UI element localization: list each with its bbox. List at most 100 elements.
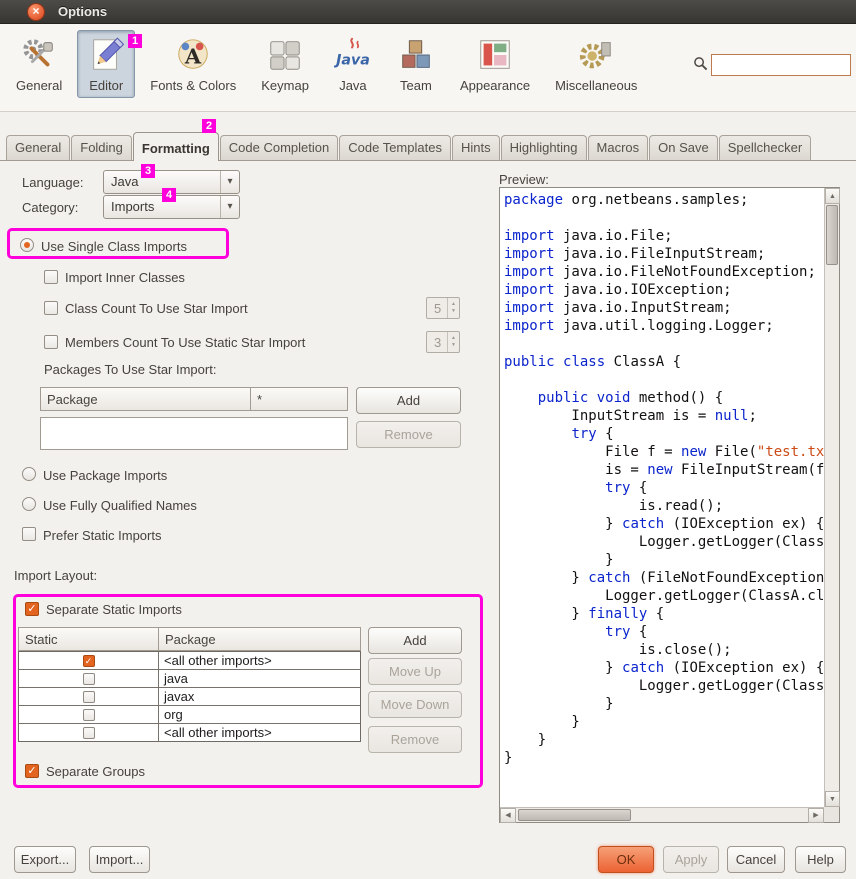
layout-remove-button[interactable]: Remove (368, 726, 462, 753)
use-fully-qualified-label: Use Fully Qualified Names (43, 498, 197, 513)
static-checkbox[interactable] (83, 691, 95, 703)
tab-spellchecker[interactable]: Spellchecker (719, 135, 811, 160)
toolbar-item-miscellaneous[interactable]: Miscellaneous (545, 30, 647, 98)
code-line: is.read(); (504, 497, 824, 515)
language-value: Java (111, 174, 138, 189)
static-checkbox[interactable] (83, 709, 95, 721)
import-layout-row[interactable]: org (19, 706, 360, 724)
toolbar-item-keymap[interactable]: Keymap (251, 30, 319, 98)
package-cell: org (159, 706, 360, 723)
horizontal-scrollbar[interactable]: ◀ ▶ (500, 807, 824, 822)
scroll-up-icon[interactable]: ▲ (825, 188, 840, 204)
static-checkbox[interactable] (83, 727, 95, 739)
svg-text:A: A (184, 44, 202, 69)
toolbar-item-label: Miscellaneous (555, 78, 637, 93)
package-column-header[interactable]: Package (40, 387, 251, 411)
search-icon (693, 56, 708, 74)
import-layout-row[interactable]: <all other imports> (19, 652, 360, 670)
package-cell: java (159, 670, 360, 687)
separate-static-imports-checkbox[interactable] (25, 602, 39, 616)
packages-star-table-body[interactable] (40, 417, 348, 450)
scrollbar-corner (824, 807, 839, 822)
chevron-down-icon[interactable]: ▾ (220, 196, 239, 218)
use-package-imports-radio[interactable] (22, 467, 36, 481)
help-button[interactable]: Help (795, 846, 846, 873)
vertical-scroll-thumb[interactable] (826, 205, 838, 265)
tab-hints[interactable]: Hints (452, 135, 500, 160)
appearance-icon (476, 36, 514, 74)
package-column-header-2[interactable]: Package (158, 627, 361, 651)
class-count-star-checkbox[interactable] (44, 301, 58, 315)
tab-macros[interactable]: Macros (588, 135, 649, 160)
scroll-left-icon[interactable]: ◀ (500, 808, 516, 823)
code-line: } (504, 713, 824, 731)
chevron-down-icon[interactable]: ▾ (220, 171, 239, 193)
use-fully-qualified-radio[interactable] (22, 497, 36, 511)
import-inner-classes-label: Import Inner Classes (65, 270, 185, 285)
package-cell: <all other imports> (159, 724, 360, 741)
separate-groups-checkbox[interactable] (25, 764, 39, 778)
tab-highlighting[interactable]: Highlighting (501, 135, 587, 160)
layout-add-button[interactable]: Add (368, 627, 462, 654)
cancel-button[interactable]: Cancel (727, 846, 785, 873)
prefer-static-imports-checkbox[interactable] (22, 527, 36, 541)
code-line: Logger.getLogger(ClassA.class.getName())… (504, 587, 824, 605)
code-line: import java.io.FileNotFoundException; (504, 263, 824, 281)
export-button[interactable]: Export... (14, 846, 76, 873)
search-input[interactable] (711, 54, 851, 76)
import-button[interactable]: Import... (89, 846, 150, 873)
apply-button[interactable]: Apply (663, 846, 719, 873)
spinner-arrows-icon[interactable]: ▲▼ (447, 332, 459, 352)
package-remove-button[interactable]: Remove (356, 421, 461, 448)
annotation-badge-2: 2 (202, 119, 216, 133)
ok-button[interactable]: OK (598, 846, 654, 873)
import-inner-classes-checkbox[interactable] (44, 270, 58, 284)
fonts-colors-icon: A (174, 36, 212, 74)
static-column-header[interactable]: Static (18, 627, 159, 651)
spinner-arrows-icon[interactable]: ▲▼ (447, 298, 459, 318)
static-checkbox[interactable] (83, 655, 95, 667)
code-line: } (504, 551, 824, 569)
code-line: is = new FileInputStream(f); (504, 461, 824, 479)
import-layout-row[interactable]: <all other imports> (19, 724, 360, 741)
preview-code-area: package org.netbeans.samples; import jav… (499, 187, 840, 823)
preview-label: Preview: (499, 172, 549, 187)
vertical-scrollbar[interactable]: ▲ ▼ (824, 188, 839, 807)
scroll-down-icon[interactable]: ▼ (825, 791, 840, 807)
use-single-class-imports-radio[interactable] (20, 238, 34, 252)
tab-formatting[interactable]: Formatting (133, 132, 219, 161)
code-line: import java.io.IOException; (504, 281, 824, 299)
code-line: import java.io.File; (504, 227, 824, 245)
move-down-button[interactable]: Move Down (368, 691, 462, 718)
star-column-header[interactable]: * (250, 387, 348, 411)
horizontal-scroll-thumb[interactable] (518, 809, 631, 821)
toolbar-item-editor[interactable]: Editor (77, 30, 135, 98)
toolbar-item-fonts-colors[interactable]: AFonts & Colors (140, 30, 246, 98)
members-count-spinner[interactable]: 3 ▲▼ (426, 331, 460, 353)
tab-folding[interactable]: Folding (71, 135, 132, 160)
toolbar-item-appearance[interactable]: Appearance (450, 30, 540, 98)
scroll-right-icon[interactable]: ▶ (808, 808, 824, 823)
toolbar-item-general[interactable]: General (6, 30, 72, 98)
import-layout-table[interactable]: <all other imports>javajavaxorg<all othe… (18, 651, 361, 742)
class-count-spinner[interactable]: 5 ▲▼ (426, 297, 460, 319)
titlebar[interactable]: × Options (0, 0, 856, 24)
tab-code-completion[interactable]: Code Completion (220, 135, 338, 160)
move-up-button[interactable]: Move Up (368, 658, 462, 685)
members-count-star-checkbox[interactable] (44, 335, 58, 349)
code-line: Logger.getLogger(ClassA.class.getName())… (504, 533, 824, 551)
preview-code: package org.netbeans.samples; import jav… (500, 188, 824, 807)
import-layout-row[interactable]: javax (19, 688, 360, 706)
toolbar-item-team[interactable]: Team (387, 30, 445, 98)
import-layout-row[interactable]: java (19, 670, 360, 688)
tab-on-save[interactable]: On Save (649, 135, 718, 160)
window-close-button[interactable]: × (27, 3, 45, 21)
annotation-badge-4: 4 (162, 188, 176, 202)
spinner-value: 5 (434, 301, 441, 316)
package-add-button[interactable]: Add (356, 387, 461, 414)
tab-code-templates[interactable]: Code Templates (339, 135, 451, 160)
prefer-static-imports-label: Prefer Static Imports (43, 528, 161, 543)
toolbar-item-java[interactable]: JavaJava (324, 30, 382, 98)
tab-general[interactable]: General (6, 135, 70, 160)
static-checkbox[interactable] (83, 673, 95, 685)
